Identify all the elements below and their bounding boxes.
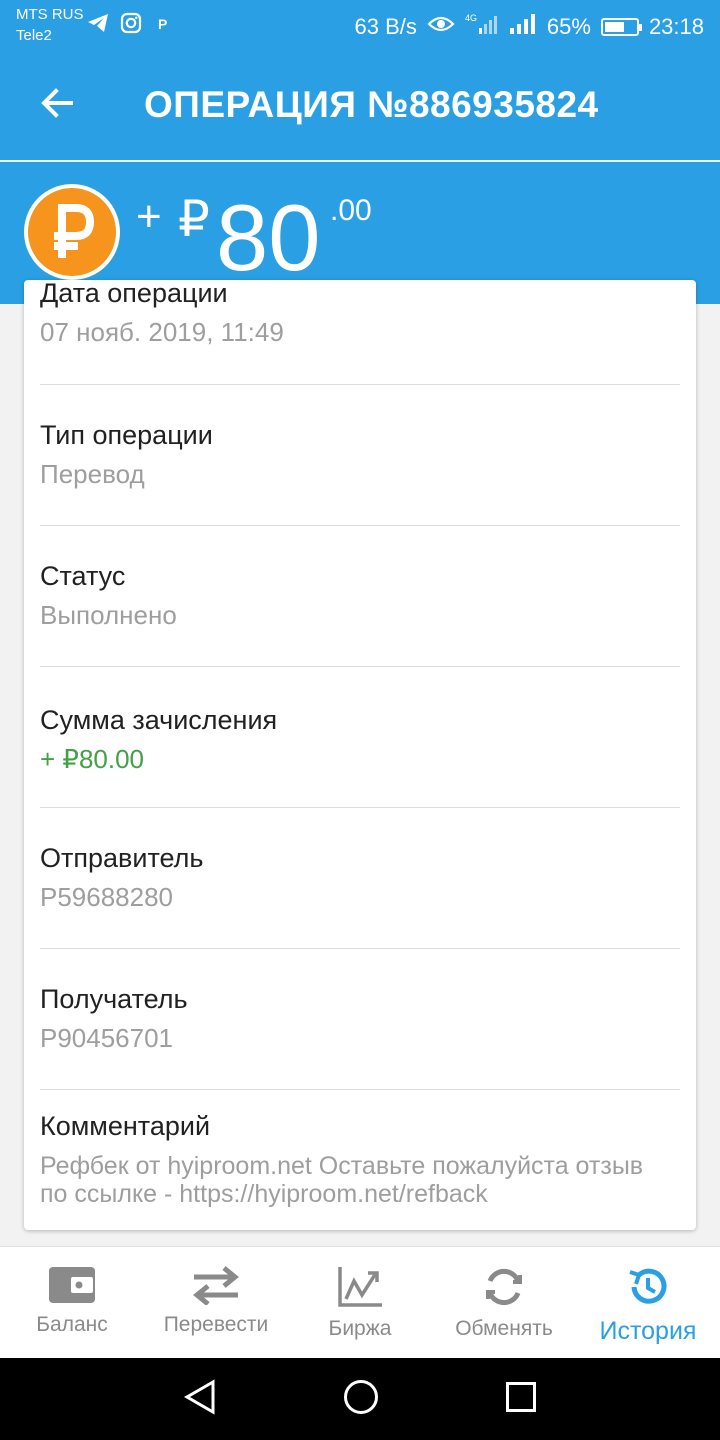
transfer-icon [193, 1266, 239, 1305]
detail-value: Рефбек от hyiproom.net Оставьте пожалуйс… [40, 1152, 644, 1208]
arrow-left-icon [41, 88, 73, 118]
nav-label: История [599, 1317, 697, 1345]
battery-percent: 65% [546, 14, 591, 39]
signal-icon: 4G [465, 12, 499, 42]
amount-currency: ₽ [178, 191, 210, 247]
divider [40, 384, 680, 385]
payeer-icon: P [152, 12, 174, 39]
system-back-button[interactable] [183, 1378, 217, 1420]
detail-value: 07 нояб. 2019, 11:49 [40, 317, 284, 347]
detail-date: Дата операции 07 нояб. 2019, 11:49 [40, 280, 680, 348]
system-navigation-bar [0, 1358, 720, 1440]
nav-history[interactable]: История [576, 1247, 720, 1358]
detail-label: Отправитель [40, 843, 204, 873]
system-recents-button[interactable] [505, 1381, 537, 1418]
square-recents-icon [506, 1381, 537, 1412]
nav-label: Баланс [36, 1313, 108, 1336]
system-status: 63 B/s 4G 65% 23:18 [355, 12, 704, 42]
net-speed: 63 B/s [354, 14, 417, 39]
detail-label: Дата операции [40, 280, 228, 308]
notification-icons: P [86, 12, 174, 39]
history-icon [629, 1268, 667, 1304]
ruble-coin-icon [24, 184, 120, 280]
detail-label: Тип операции [40, 420, 213, 450]
system-home-button[interactable] [342, 1378, 380, 1421]
app-bar: ОПЕРАЦИЯ №886935824 [0, 52, 720, 160]
detail-sender: Отправитель P59688280 [40, 843, 680, 913]
wallet-icon [49, 1267, 95, 1303]
nav-exchange-market[interactable]: Биржа [288, 1247, 432, 1358]
nav-balance[interactable]: Баланс [0, 1247, 144, 1358]
detail-label: Комментарий [40, 1111, 211, 1141]
back-button[interactable] [32, 78, 82, 128]
nav-label: Биржа [328, 1317, 392, 1340]
battery-icon [600, 18, 642, 36]
page-title: ОПЕРАЦИЯ №886935824 [144, 84, 599, 125]
divider [40, 1089, 680, 1090]
eye-icon [427, 14, 455, 40]
amount-integer: 80 [216, 185, 321, 290]
status-bar: MTS RUS Tele2 P 63 B/s 4G 65% 23:18 [0, 0, 720, 52]
chart-icon [338, 1267, 382, 1307]
divider [40, 525, 680, 526]
detail-value: P90456701 [40, 1023, 174, 1053]
telegram-icon [86, 12, 110, 39]
detail-value: + ₽80.00 [40, 744, 145, 774]
circle-home-icon [343, 1379, 378, 1414]
detail-credit-amount: Сумма зачисления + ₽80.00 [40, 705, 680, 775]
detail-value: Выполнено [40, 600, 177, 630]
amount-decimals: .00 [330, 194, 372, 227]
detail-comment: Комментарий Рефбек от hyiproom.net Остав… [40, 1111, 680, 1208]
bottom-navigation: Баланс Перевести Биржа Обменять История [0, 1246, 720, 1358]
instagram-icon [120, 12, 142, 39]
nav-swap[interactable]: Обменять [432, 1247, 576, 1358]
network-type: 4G [465, 13, 477, 23]
detail-label: Статус [40, 561, 126, 591]
detail-label: Сумма зачисления [40, 705, 278, 735]
divider [40, 666, 680, 667]
exchange-icon [486, 1268, 522, 1306]
triangle-back-icon [183, 1378, 215, 1415]
divider [40, 807, 680, 808]
nav-label: Обменять [455, 1317, 553, 1340]
detail-status: Статус Выполнено [40, 561, 680, 631]
carrier-name-primary: MTS RUS [16, 6, 84, 23]
svg-text:P: P [158, 16, 167, 32]
divider [40, 948, 680, 949]
nav-label: Перевести [163, 1313, 269, 1336]
signal-icon-2 [509, 12, 537, 42]
detail-recipient: Получатель P90456701 [40, 984, 680, 1054]
detail-value: P59688280 [40, 882, 174, 912]
detail-value: Перевод [40, 459, 145, 489]
operation-details-card: Дата операции 07 нояб. 2019, 11:49 Тип о… [24, 280, 696, 1230]
detail-type: Тип операции Перевод [40, 420, 680, 490]
amount-sign: + [136, 192, 162, 241]
nav-transfer[interactable]: Перевести [144, 1247, 288, 1358]
clock: 23:18 [648, 14, 704, 39]
carrier-name-secondary: Tele2 [16, 27, 52, 44]
detail-label: Получатель [40, 984, 188, 1014]
